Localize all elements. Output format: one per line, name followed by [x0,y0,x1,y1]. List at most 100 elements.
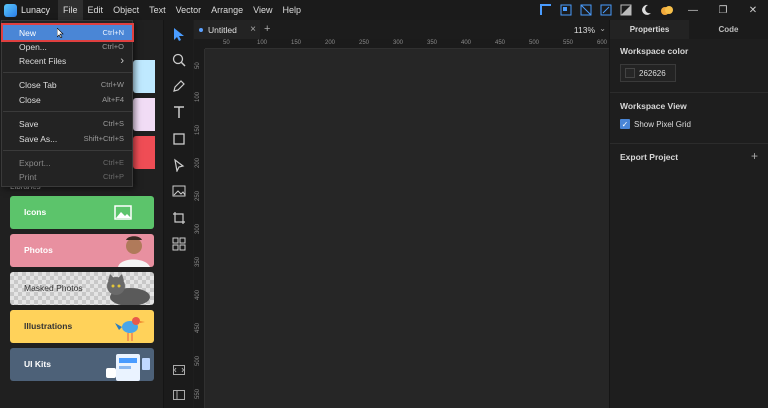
menu-item-label: Close [19,94,41,105]
ruler-tick-label: 300 [393,40,404,46]
menu-item-label: Export... [19,157,51,168]
snap-corner-icon[interactable] [540,4,552,16]
ruler-tick-label: 100 [195,91,201,102]
workspace-color-title: Workspace color [620,46,689,56]
menu-separator [3,111,132,112]
menu-item-save-as[interactable]: Save As... Shift+Ctrl+S [3,131,132,146]
menu-item-open[interactable]: Open... Ctrl+O [3,39,132,54]
document-tabs: Untitled × + 113% ⌄ [194,20,609,39]
ruler-tick-label: 500 [195,355,201,366]
menu-arrange[interactable]: Arrange [206,0,248,20]
workspace-color-value: 262626 [639,68,666,78]
checkbox-label: Show Pixel Grid [634,119,691,129]
menu-item-label: Print [19,171,37,182]
library-card-label: UI Kits [24,359,51,369]
cloud-icon[interactable] [660,4,674,16]
ruler-tick-label: 400 [461,40,472,46]
close-window-button[interactable]: ✕ [738,0,768,20]
menu-file[interactable]: File [58,0,83,20]
add-tab-button[interactable]: + [264,23,270,35]
menu-item-close[interactable]: Close Alt+F4 [3,92,132,107]
close-tab-icon[interactable]: × [250,24,256,35]
menu-vector[interactable]: Vector [171,0,207,20]
pen-icon[interactable] [171,78,187,94]
menu-item-label: Close Tab [19,79,57,90]
guides-icon[interactable] [600,4,612,16]
zoom-icon[interactable] [171,52,187,68]
chevron-down-icon[interactable]: ⌄ [599,24,606,33]
ruler-tick-label: 550 [563,40,574,46]
text-icon[interactable] [171,104,187,120]
workspace-color-field[interactable]: 262626 [620,64,676,82]
horizontal-ruler: 50100150200250300350400450500550600650 [205,39,609,49]
menu-item-save[interactable]: Save Ctrl+S [3,116,132,131]
contrast-icon[interactable] [620,4,632,16]
pixel-grid-icon[interactable] [580,4,592,16]
menu-item-label: Save [19,118,39,129]
ruler-tick-label: 550 [195,388,201,399]
code-icon[interactable] [171,362,187,378]
tab-code[interactable]: Code [689,20,768,39]
path-icon[interactable] [171,157,187,173]
ruler-tick-label: 100 [257,40,268,46]
maximize-button[interactable]: ❐ [708,0,738,20]
tab-untitled[interactable]: Untitled × [194,20,260,39]
grid-icon[interactable] [171,236,187,252]
menu-item-label: Recent Files [19,55,67,66]
library-card-masked-photos[interactable]: Masked Photos [10,272,154,305]
workspace-view-title: Workspace View [620,101,687,111]
ruler-tick-label: 600 [597,40,608,46]
ruler-tick-label: 150 [195,124,201,135]
ruler-tick-label: 200 [325,40,336,46]
bird-illustration-icon [115,317,145,341]
show-pixel-grid-toggle[interactable]: ✓ Show Pixel Grid [620,119,691,129]
ruler-tick-label: 300 [195,223,201,234]
template-thumbnail[interactable] [133,98,155,131]
pointer-icon[interactable] [171,26,187,42]
library-card-ui-kits[interactable]: UI Kits [10,348,154,381]
library-card-photos[interactable]: Photos [10,234,154,267]
minimize-button[interactable]: — [678,0,708,20]
template-thumbnail[interactable] [133,136,155,169]
menu-item-shortcut: Shift+Ctrl+S [83,134,124,143]
panel-toggle-icon[interactable] [171,387,187,403]
tab-properties[interactable]: Properties [610,20,689,39]
menu-help[interactable]: Help [278,0,307,20]
menu-text[interactable]: Text [144,0,171,20]
ruler-tick-label: 350 [427,40,438,46]
mouse-cursor-icon [57,28,64,38]
menu-item-new[interactable]: New Ctrl+N [1,23,134,42]
menu-item-export[interactable]: Export... Ctrl+E [3,155,132,170]
menu-item-shortcut: Ctrl+E [102,158,124,167]
menu-item-close-tab[interactable]: Close Tab Ctrl+W [3,77,132,92]
menu-item-recent-files[interactable]: Recent Files › [3,53,132,68]
library-card-icons[interactable]: Icons [10,196,154,229]
layout-grid-icon[interactable] [560,4,572,16]
canvas[interactable] [205,49,609,408]
divider [610,143,768,144]
menu-view[interactable]: View [248,0,277,20]
template-thumbnail[interactable] [133,60,155,93]
menu-object[interactable]: Object [108,0,144,20]
tool-bar [163,20,193,408]
library-card-label: Illustrations [24,321,73,331]
zoom-level[interactable]: 113% [574,25,595,35]
menu-edit[interactable]: Edit [83,0,109,20]
ruler-tick-label: 50 [223,40,230,46]
rectangle-icon[interactable] [171,131,187,147]
menu-separator [3,72,132,73]
add-export-icon[interactable]: + [751,149,758,163]
crop-icon[interactable] [171,210,187,226]
library-card-label: Icons [24,207,47,217]
checkbox-checked-icon[interactable]: ✓ [620,119,630,129]
color-swatch[interactable] [625,68,635,78]
unsaved-dot-icon [199,27,203,32]
dark-mode-moon-icon[interactable] [640,4,652,16]
library-card-illustrations[interactable]: Illustrations [10,310,154,343]
image-icon[interactable] [171,183,187,199]
library-card-label: Masked Photos [24,283,83,293]
title-bar: Lunacy File Edit Object Text Vector Arra… [0,0,768,20]
ruler-tick-label: 500 [529,40,540,46]
ruler-tick-label: 400 [195,289,201,300]
menu-item-print[interactable]: Print Ctrl+P [3,169,132,184]
